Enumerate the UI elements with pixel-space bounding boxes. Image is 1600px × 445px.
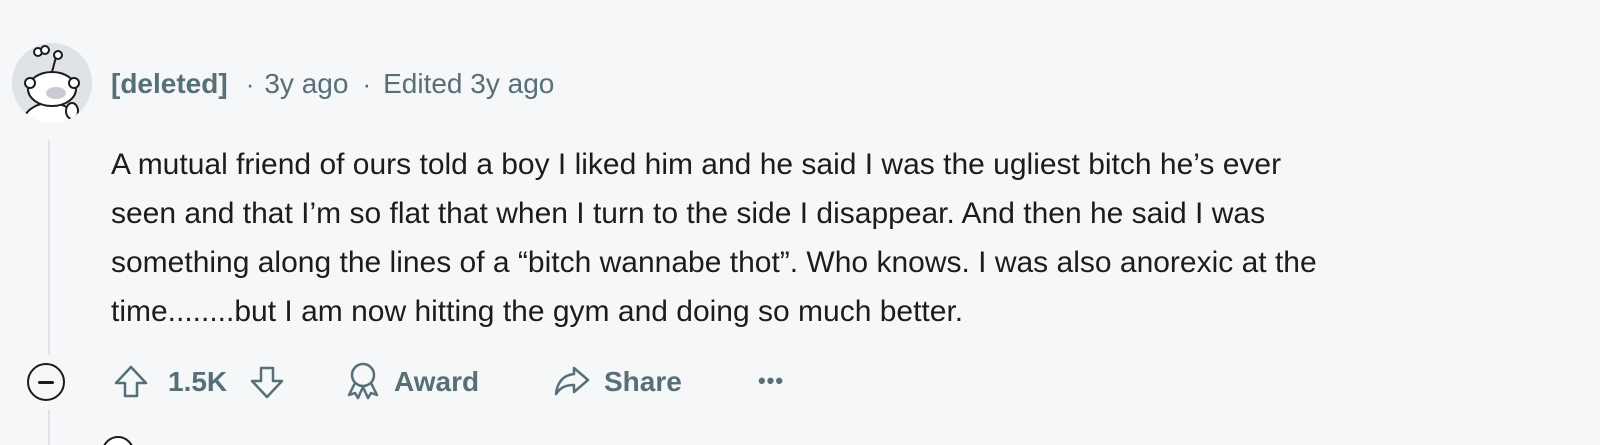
share-arrow-icon [552,360,592,405]
collapse-minus-icon[interactable] [27,363,65,401]
more-dots-icon[interactable]: ••• [756,366,786,396]
thread-line-continuation[interactable] [48,410,50,445]
award-ribbon-icon [344,360,382,405]
comment-body-line: something along the lines of a “bitch wa… [111,246,1317,279]
upvote-arrow-icon[interactable] [111,362,151,402]
next-comment-avatar-icon [100,428,136,445]
share-button[interactable]: Share [552,360,682,404]
comment-body-line: time........but I am now hitting the gym… [111,295,964,328]
comment-body: A mutual friend of ours told a boy I lik… [111,140,1571,336]
comment-action-bar: 1.5K Award Share ••• [0,356,1600,408]
vote-score: 1.5K [168,366,228,397]
meta-separator: · [245,68,255,99]
comment-body-line: seen and that I’m so flat that when I tu… [111,197,1266,230]
meta-separator: · [362,68,372,99]
award-label: Award [394,366,480,397]
share-label: Share [604,366,682,397]
thread-line[interactable] [48,140,50,355]
downvote-arrow-icon[interactable] [247,362,287,402]
award-button[interactable]: Award [344,360,479,404]
author-name[interactable]: [deleted] [111,68,228,100]
comment-body-line: A mutual friend of ours told a boy I lik… [111,148,1282,181]
comment-age[interactable]: 3y ago [264,68,348,100]
comment-header: [deleted] · 3y ago · Edited 3y ago [111,66,554,102]
edited-label: Edited 3y ago [383,68,555,99]
snoo-avatar-icon [12,43,92,123]
